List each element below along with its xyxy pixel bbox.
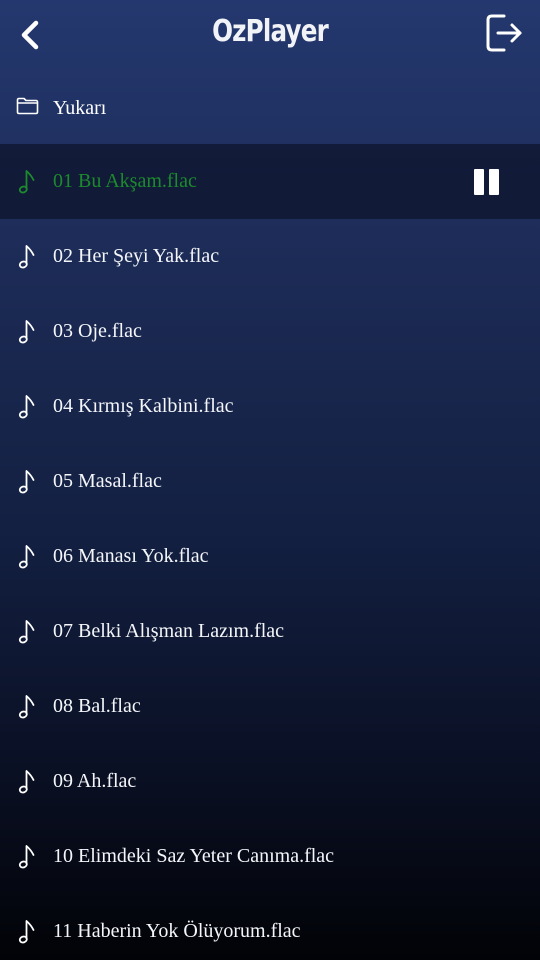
pause-icon xyxy=(474,169,484,195)
track-row[interactable]: 09 Ah.flac xyxy=(0,744,540,819)
track-title: 10 Elimdeki Saz Yeter Canıma.flac xyxy=(53,845,335,867)
track-title: 02 Her Şeyi Yak.flac xyxy=(53,245,220,267)
track-list: 01 Bu Akşam.flac 02 Her Şeyi Yak.flac 03 O… xyxy=(0,144,540,960)
music-note-icon xyxy=(18,170,35,194)
track-row[interactable]: 07 Belki Alışman Lazım.flac xyxy=(0,594,540,669)
parent-folder-row[interactable]: Yukarı xyxy=(0,72,540,144)
exit-button[interactable] xyxy=(484,12,526,54)
track-title: 01 Bu Akşam.flac xyxy=(53,170,197,192)
music-note-icon xyxy=(18,695,35,719)
track-title: 03 Oje.flac xyxy=(53,320,142,342)
track-title: 05 Masal.flac xyxy=(53,470,162,492)
music-note-icon xyxy=(18,545,35,569)
track-title: 04 Kırmış Kalbini.flac xyxy=(53,395,234,417)
parent-folder-label: Yukarı xyxy=(53,97,107,119)
chevron-left-icon xyxy=(21,20,39,50)
track-row[interactable]: 10 Elimdeki Saz Yeter Canıma.flac xyxy=(0,819,540,894)
logout-icon xyxy=(486,14,522,52)
music-note-icon xyxy=(18,395,35,419)
track-title: 09 Ah.flac xyxy=(53,770,137,792)
app-header: OzPlayer xyxy=(0,0,540,72)
music-note-icon xyxy=(18,920,35,944)
app-logo: OzPlayer xyxy=(212,14,329,49)
track-title: 06 Manası Yok.flac xyxy=(53,545,209,567)
track-title: 07 Belki Alışman Lazım.flac xyxy=(53,620,285,642)
track-row[interactable]: 03 Oje.flac xyxy=(0,294,540,369)
pause-icon xyxy=(489,169,499,195)
music-note-icon xyxy=(18,470,35,494)
track-row[interactable]: 04 Kırmış Kalbini.flac xyxy=(0,369,540,444)
track-row[interactable]: 11 Haberin Yok Ölüyorum.flac xyxy=(0,894,540,960)
track-row[interactable]: 05 Masal.flac xyxy=(0,444,540,519)
track-row[interactable]: 06 Manası Yok.flac xyxy=(0,519,540,594)
back-button[interactable] xyxy=(14,18,48,52)
track-row[interactable]: 01 Bu Akşam.flac xyxy=(0,144,540,219)
track-title: 11 Haberin Yok Ölüyorum.flac xyxy=(53,920,301,942)
music-note-icon xyxy=(18,845,35,869)
track-row[interactable]: 02 Her Şeyi Yak.flac xyxy=(0,219,540,294)
folder-icon xyxy=(16,97,39,115)
track-row[interactable]: 08 Bal.flac xyxy=(0,669,540,744)
music-note-icon xyxy=(18,620,35,644)
track-title: 08 Bal.flac xyxy=(53,695,141,717)
music-note-icon xyxy=(18,770,35,794)
music-note-icon xyxy=(18,245,35,269)
music-note-icon xyxy=(18,320,35,344)
pause-button[interactable] xyxy=(474,169,500,195)
